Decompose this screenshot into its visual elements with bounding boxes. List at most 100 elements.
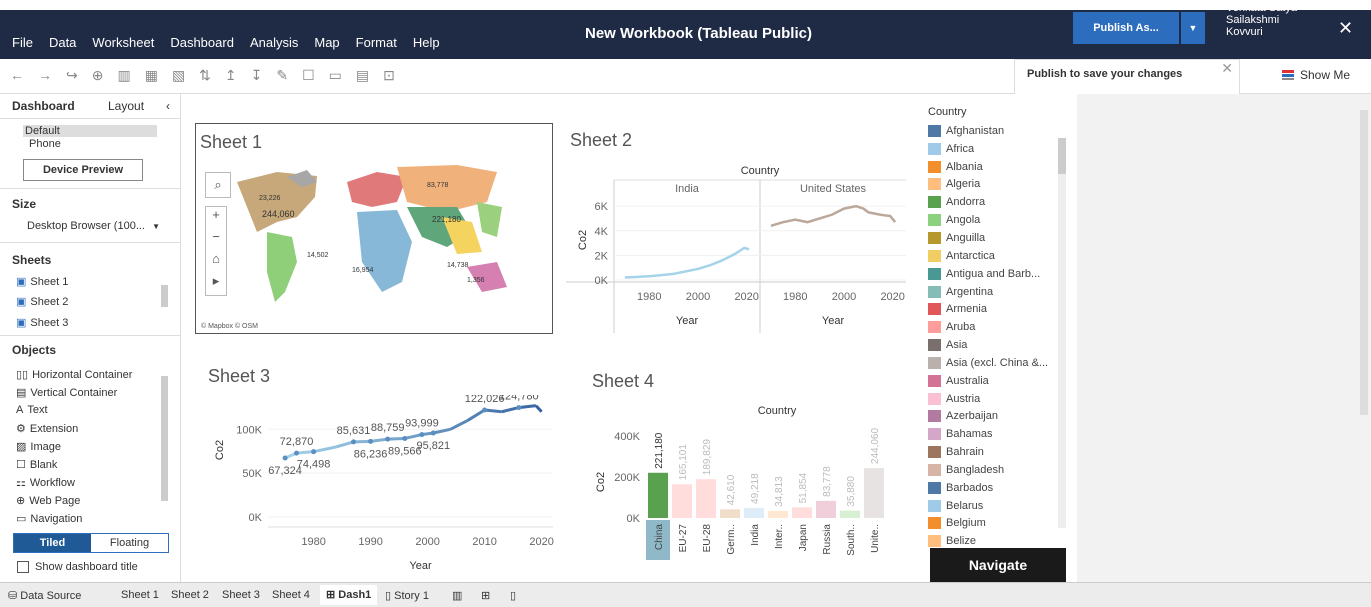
object-image[interactable]: ▨ Image [16, 440, 61, 454]
tab-sheet-4[interactable]: Sheet 4 [272, 589, 310, 601]
legend-item[interactable]: Anguilla [928, 229, 1068, 247]
replay-icon[interactable]: ↪ [66, 67, 78, 84]
new-story-tab-icon[interactable]: ▯ [510, 589, 516, 602]
legend-item[interactable]: Afghanistan [928, 122, 1068, 140]
tab-sheet-2[interactable]: Sheet 2 [171, 589, 209, 601]
new-worksheet-tab-icon[interactable]: ▥ [452, 589, 462, 602]
menu-worksheet[interactable]: Worksheet [92, 35, 154, 50]
new-worksheet-icon[interactable]: ▥ [117, 67, 130, 84]
tab-dash1[interactable]: ⊞ Dash1 [320, 585, 378, 605]
world-map[interactable]: 23,226 244,060 83,778 221,180 14,738 14,… [197, 162, 552, 332]
play-icon[interactable]: ▸ [206, 273, 226, 295]
redo-icon[interactable]: → [38, 67, 52, 84]
legend-item[interactable]: Australia [928, 372, 1068, 390]
sheet2-chart[interactable]: Country India United States 0K 2K 4K 6K Co2 1980… [566, 158, 906, 338]
object-horizontal-container[interactable]: ▯▯ Horizontal Container [16, 368, 132, 382]
show-me-button[interactable]: Show Me [1282, 68, 1350, 82]
search-icon[interactable]: ⌕ [205, 172, 231, 198]
tiled-button[interactable]: Tiled [14, 534, 91, 552]
clear-sheet-icon[interactable]: ▧ [172, 67, 185, 84]
size-dropdown[interactable]: Desktop Browser (100... ▼ [27, 220, 160, 232]
collapse-panel-icon[interactable]: ‹ [166, 99, 170, 113]
legend-item[interactable]: Antarctica [928, 247, 1068, 265]
legend-item[interactable]: Asia (excl. China &... [928, 354, 1068, 372]
legend-item[interactable]: Belarus [928, 497, 1068, 515]
tab-dashboard[interactable]: Dashboard [12, 99, 75, 113]
show-title-checkbox-row[interactable]: Show dashboard title [17, 561, 138, 573]
duplicate-sheet-icon[interactable]: ▦ [145, 67, 158, 84]
sort-desc-icon[interactable]: ↧ [251, 67, 263, 84]
floating-button[interactable]: Floating [91, 534, 168, 552]
legend-item[interactable]: Bahamas [928, 425, 1068, 443]
legend-item[interactable]: Algeria [928, 176, 1068, 194]
fit-icon[interactable]: ▭ [329, 67, 342, 84]
legend-item[interactable]: Barbados [928, 479, 1068, 497]
publish-dropdown-button[interactable]: ▼ [1181, 12, 1205, 44]
tab-sheet-1[interactable]: Sheet 1 [121, 589, 159, 601]
tab-layout[interactable]: Layout [108, 99, 144, 113]
tooltip-close-icon[interactable]: ✕ [1221, 60, 1233, 77]
legend-scroll-thumb[interactable] [1058, 138, 1066, 174]
highlight-icon[interactable]: ✎ [276, 67, 288, 84]
legend-item[interactable]: Africa [928, 140, 1068, 158]
legend-item[interactable]: Austria [928, 390, 1068, 408]
device-default[interactable]: Default [23, 125, 157, 137]
object-extension[interactable]: ⚙ Extension [16, 422, 78, 436]
sheet-list-item[interactable]: ▣ Sheet 2 [16, 295, 68, 309]
menu-help[interactable]: Help [413, 35, 440, 50]
object-workflow[interactable]: ⚏ Workflow [16, 476, 75, 490]
navigate-button[interactable]: Navigate [930, 548, 1066, 582]
publish-as-button[interactable]: Publish As... [1073, 12, 1179, 44]
tab-sheet-3[interactable]: Sheet 3 [222, 589, 260, 601]
sort-asc-icon[interactable]: ↥ [225, 67, 237, 84]
object-navigation[interactable]: ▭ Navigation [16, 512, 82, 526]
menu-analysis[interactable]: Analysis [250, 35, 298, 50]
home-icon[interactable]: ⌂ [206, 251, 226, 273]
labels-icon[interactable]: ☐ [302, 67, 315, 84]
sheets-scrollbar[interactable] [161, 285, 168, 307]
tab-story-1[interactable]: ▯ Story 1 [385, 589, 429, 602]
undo-icon[interactable]: ← [10, 67, 24, 84]
legend-scrollbar[interactable] [1058, 138, 1066, 528]
show-cards-icon[interactable]: ▤ [356, 67, 369, 84]
menu-dashboard[interactable]: Dashboard [170, 35, 234, 50]
object-vertical-container[interactable]: ▤ Vertical Container [16, 386, 117, 400]
user-menu[interactable]: Venkata Satya Sailakshmi Kovvuri [1226, 2, 1297, 38]
menu-map[interactable]: Map [314, 35, 339, 50]
legend-item[interactable]: Andorra [928, 193, 1068, 211]
sheet4-chart[interactable]: Country 0K 200K 400K Co2 221,180 China 165,101 E… [592, 398, 912, 580]
legend-item[interactable]: Asia [928, 336, 1068, 354]
objects-scrollbar[interactable] [161, 376, 168, 501]
legend-item[interactable]: Bangladesh [928, 461, 1068, 479]
object-web-page[interactable]: ⊕ Web Page [16, 494, 80, 508]
legend-item[interactable]: Albania [928, 158, 1068, 176]
new-datasource-icon[interactable]: ⊕ [92, 67, 104, 84]
legend-item[interactable]: Armenia [928, 300, 1068, 318]
menu-file[interactable]: File [12, 35, 33, 50]
legend-item[interactable]: Angola [928, 211, 1068, 229]
presentation-icon[interactable]: ⊡ [383, 67, 395, 84]
legend-item[interactable]: Aruba [928, 318, 1068, 336]
sheet-list-item[interactable]: ▣ Sheet 3 [16, 316, 68, 330]
swap-icon[interactable]: ⇅ [199, 67, 211, 84]
tab-data-source[interactable]: ⛁ Data Source [8, 589, 81, 602]
legend-item[interactable]: Belgium [928, 515, 1068, 533]
zoom-out-icon[interactable]: − [206, 229, 226, 251]
legend-item[interactable]: Azerbaijan [928, 408, 1068, 426]
sheet-list-item[interactable]: ▣ Sheet 1 [16, 275, 68, 289]
zoom-in-icon[interactable]: + [206, 207, 226, 229]
new-dashboard-tab-icon[interactable]: ⊞ [481, 589, 490, 602]
sheet3-chart[interactable]: 0K50K100KCo21980 1990 2000 2010 2020Year67,3… [208, 395, 563, 580]
object-blank[interactable]: ☐ Blank [16, 458, 57, 472]
close-icon[interactable]: ✕ [1338, 18, 1353, 39]
menu-data[interactable]: Data [49, 35, 76, 50]
canvas-scrollbar[interactable] [1360, 110, 1368, 415]
legend-item[interactable]: Argentina [928, 283, 1068, 301]
object-text[interactable]: A Text [16, 404, 48, 416]
legend-item[interactable]: Antigua and Barb... [928, 265, 1068, 283]
device-preview-button[interactable]: Device Preview [23, 159, 143, 181]
checkbox[interactable] [17, 561, 29, 573]
legend-item[interactable]: Bahrain [928, 443, 1068, 461]
device-phone[interactable]: Phone [29, 138, 61, 150]
menu-format[interactable]: Format [356, 35, 397, 50]
